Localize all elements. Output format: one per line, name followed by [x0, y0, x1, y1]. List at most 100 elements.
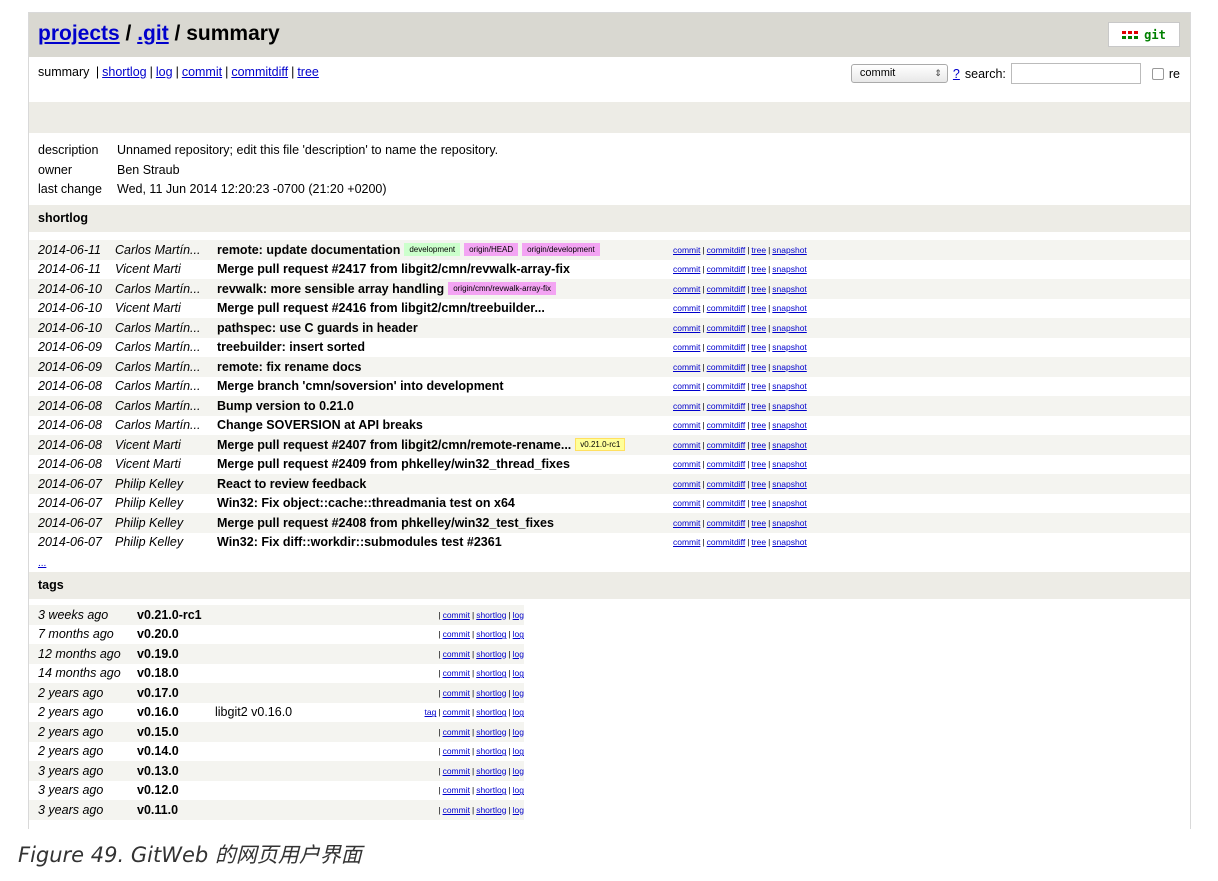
commit-link[interactable]: commit: [673, 440, 700, 450]
snapshot-link[interactable]: snapshot: [772, 245, 807, 255]
commitdiff-link[interactable]: commitdiff: [707, 323, 746, 333]
log-link[interactable]: log: [513, 746, 524, 756]
commit-link[interactable]: commit: [443, 707, 470, 717]
shortlog-link[interactable]: shortlog: [476, 746, 506, 756]
commitdiff-link[interactable]: commitdiff: [707, 420, 746, 430]
commitdiff-link[interactable]: commitdiff: [707, 479, 746, 489]
log-link[interactable]: log: [513, 668, 524, 678]
log-link[interactable]: log: [513, 766, 524, 776]
search-input[interactable]: [1010, 63, 1141, 84]
commit-link[interactable]: commit: [673, 323, 700, 333]
snapshot-link[interactable]: snapshot: [772, 479, 807, 489]
shortlog-link[interactable]: shortlog: [476, 727, 506, 737]
commit-link[interactable]: commit: [443, 688, 470, 698]
tag-name[interactable]: v0.21.0-rc1: [137, 608, 215, 622]
commit-link[interactable]: commit: [443, 766, 470, 776]
tree-link[interactable]: tree: [751, 459, 766, 469]
log-link[interactable]: log: [513, 629, 524, 639]
shortlog-link[interactable]: shortlog: [476, 668, 506, 678]
nav-link-commit[interactable]: commit: [182, 65, 222, 79]
tree-link[interactable]: tree: [751, 440, 766, 450]
shortlog-more-link[interactable]: ...: [38, 558, 46, 569]
snapshot-link[interactable]: snapshot: [772, 498, 807, 508]
tree-link[interactable]: tree: [751, 303, 766, 313]
tree-link[interactable]: tree: [751, 323, 766, 333]
snapshot-link[interactable]: snapshot: [772, 284, 807, 294]
tree-link[interactable]: tree: [751, 498, 766, 508]
commit-subject-link[interactable]: Merge pull request #2416 from libgit2/cm…: [217, 301, 545, 315]
commit-subject-link[interactable]: Merge pull request #2407 from libgit2/cm…: [217, 438, 571, 452]
snapshot-link[interactable]: snapshot: [772, 362, 807, 372]
search-type-select[interactable]: commit ⇕: [850, 64, 948, 83]
log-link[interactable]: log: [513, 610, 524, 620]
commitdiff-link[interactable]: commitdiff: [707, 342, 746, 352]
shortlog-link[interactable]: shortlog: [476, 766, 506, 776]
tree-link[interactable]: tree: [751, 420, 766, 430]
commitdiff-link[interactable]: commitdiff: [707, 284, 746, 294]
commit-link[interactable]: commit: [673, 420, 700, 430]
shortlog-header[interactable]: shortlog: [29, 205, 1190, 232]
commit-subject-link[interactable]: Merge pull request #2409 from phkelley/w…: [217, 457, 570, 471]
commitdiff-link[interactable]: commitdiff: [707, 440, 746, 450]
snapshot-link[interactable]: snapshot: [772, 420, 807, 430]
commitdiff-link[interactable]: commitdiff: [707, 264, 746, 274]
commitdiff-link[interactable]: commitdiff: [707, 245, 746, 255]
commit-link[interactable]: commit: [443, 649, 470, 659]
tree-link[interactable]: tree: [751, 245, 766, 255]
commit-subject-link[interactable]: Change SOVERSION at API breaks: [217, 418, 423, 432]
commit-link[interactable]: commit: [673, 264, 700, 274]
tag-name[interactable]: v0.14.0: [137, 744, 215, 758]
breadcrumb-projects-link[interactable]: projects: [38, 22, 120, 45]
commitdiff-link[interactable]: commitdiff: [707, 518, 746, 528]
commit-link[interactable]: commit: [673, 459, 700, 469]
commit-subject-link[interactable]: Merge pull request #2408 from phkelley/w…: [217, 516, 554, 530]
commit-link[interactable]: commit: [443, 668, 470, 678]
commit-subject-link[interactable]: Merge pull request #2417 from libgit2/cm…: [217, 262, 570, 276]
tree-link[interactable]: tree: [751, 537, 766, 547]
log-link[interactable]: log: [513, 727, 524, 737]
snapshot-link[interactable]: snapshot: [772, 264, 807, 274]
commit-link[interactable]: commit: [673, 498, 700, 508]
tag-name[interactable]: v0.13.0: [137, 764, 215, 778]
log-link[interactable]: log: [513, 805, 524, 815]
ref-badge[interactable]: origin/cmn/revwalk-array-fix: [448, 282, 556, 296]
commit-link[interactable]: commit: [673, 303, 700, 313]
commit-subject-link[interactable]: pathspec: use C guards in header: [217, 321, 418, 335]
log-link[interactable]: log: [513, 649, 524, 659]
tag-name[interactable]: v0.19.0: [137, 647, 215, 661]
commitdiff-link[interactable]: commitdiff: [707, 381, 746, 391]
ref-badge[interactable]: origin/HEAD: [464, 243, 519, 257]
nav-link-shortlog[interactable]: shortlog: [102, 65, 146, 79]
tag-name[interactable]: v0.11.0: [137, 803, 215, 817]
commit-subject-link[interactable]: revwalk: more sensible array handling: [217, 282, 444, 296]
nav-link-log[interactable]: log: [156, 65, 173, 79]
tree-link[interactable]: tree: [751, 381, 766, 391]
snapshot-link[interactable]: snapshot: [772, 518, 807, 528]
snapshot-link[interactable]: snapshot: [772, 440, 807, 450]
shortlog-link[interactable]: shortlog: [476, 707, 506, 717]
tag-name[interactable]: v0.17.0: [137, 686, 215, 700]
tag-link[interactable]: tag: [425, 707, 437, 717]
commit-link[interactable]: commit: [443, 805, 470, 815]
commit-link[interactable]: commit: [673, 245, 700, 255]
snapshot-link[interactable]: snapshot: [772, 342, 807, 352]
shortlog-link[interactable]: shortlog: [476, 805, 506, 815]
snapshot-link[interactable]: snapshot: [772, 537, 807, 547]
commit-link[interactable]: commit: [443, 785, 470, 795]
search-help-link[interactable]: ?: [953, 67, 960, 81]
snapshot-link[interactable]: snapshot: [772, 401, 807, 411]
commitdiff-link[interactable]: commitdiff: [707, 362, 746, 372]
shortlog-link[interactable]: shortlog: [476, 649, 506, 659]
tree-link[interactable]: tree: [751, 401, 766, 411]
commit-link[interactable]: commit: [673, 381, 700, 391]
commit-link[interactable]: commit: [443, 629, 470, 639]
commit-link[interactable]: commit: [673, 342, 700, 352]
ref-badge[interactable]: origin/development: [522, 243, 600, 257]
commit-subject-link[interactable]: React to review feedback: [217, 477, 366, 491]
snapshot-link[interactable]: snapshot: [772, 323, 807, 333]
tags-header[interactable]: tags: [29, 572, 1190, 599]
tree-link[interactable]: tree: [751, 284, 766, 294]
nav-link-tree[interactable]: tree: [297, 65, 319, 79]
git-logo[interactable]: git: [1108, 22, 1180, 47]
tree-link[interactable]: tree: [751, 264, 766, 274]
